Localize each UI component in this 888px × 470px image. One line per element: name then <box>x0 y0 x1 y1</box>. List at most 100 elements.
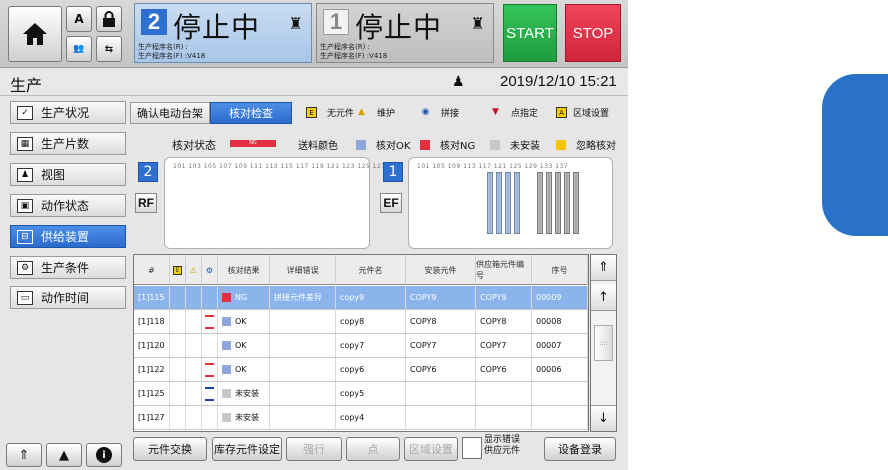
page-title: 生产 <box>10 76 43 95</box>
row-part: copy7 <box>336 334 406 357</box>
verify-state-label: 核对状态 <box>172 139 216 152</box>
title-bar: 生产 ♟ 2019/12/10 15:21 <box>0 68 628 96</box>
sidebar-item-action-status[interactable]: ▣ 动作状态 <box>10 194 126 217</box>
scroll-down-button[interactable]: ↓ <box>591 405 616 431</box>
col-detail-error[interactable]: 详细错误 <box>270 255 336 285</box>
user-icon: ♟ <box>452 74 465 90</box>
row-num: [1]122 <box>134 358 170 381</box>
feeder-rail <box>487 172 493 234</box>
sidebar-item-production-conditions[interactable]: ⚙ 生产条件 <box>10 256 126 279</box>
status-panel-1[interactable]: 1 停止中 ♜ 生产程序名(R) : 生产程序名(F) :V418 <box>316 3 494 63</box>
verify-state-bar: NG <box>230 140 276 147</box>
col-splice[interactable]: ⚙ <box>202 255 218 285</box>
sidebar-item-production-count[interactable]: ▦ 生产片数 <box>10 132 126 155</box>
rear-feeder-button[interactable]: RF <box>135 193 157 213</box>
sidebar-item-label: 动作时间 <box>41 291 90 305</box>
feeder-rail <box>564 172 570 234</box>
table-row[interactable]: [1]127 未安装 copy4 <box>134 406 588 430</box>
tab-confirm-table[interactable]: 确认电动台架 <box>130 102 210 124</box>
sidebar-item-label: 视图 <box>41 168 66 182</box>
datetime: 2019/12/10 15:21 <box>500 73 617 90</box>
table-row[interactable]: [1]122 OK copy6 COPY6 COPY6 00006 <box>134 358 588 382</box>
network-icon: ⇆ <box>104 43 114 55</box>
feeder-rail <box>537 172 543 234</box>
row-feeder-id: COPY8 <box>476 310 532 333</box>
show-error-checkbox[interactable] <box>462 437 482 459</box>
info-button[interactable]: i <box>86 443 122 467</box>
sidebar-item-action-time[interactable]: ▭ 动作时间 <box>10 286 126 309</box>
feeder-rail <box>573 172 579 234</box>
device-register-button[interactable]: 设备登录 <box>544 437 616 461</box>
row-install: COPY8 <box>406 310 476 333</box>
row-serial: 00007 <box>532 334 588 357</box>
counter-icon: ▦ <box>17 136 33 151</box>
sidebar-item-label: 供给装置 <box>41 230 90 244</box>
col-feeder-id[interactable]: 供应箱元件编号 <box>476 255 532 285</box>
stop-button[interactable]: STOP <box>565 4 621 62</box>
side-panel-tab[interactable] <box>822 74 888 236</box>
feeder-rail <box>514 172 520 234</box>
verify-table[interactable]: # E ⚠ ⚙ 核对结果 详细错误 元件名 安装元件 供应箱元件编号 序号 [1… <box>133 254 589 432</box>
no-part-icon: E <box>306 107 317 118</box>
scroll-thumb[interactable]: :::: <box>594 325 613 361</box>
maintenance-icon: ⚠ <box>189 265 198 275</box>
feeder-icon: ⊟ <box>17 229 33 244</box>
row-result: 未安装 <box>218 406 270 429</box>
row-detail <box>270 310 336 333</box>
lane-2-badge: 2 <box>138 162 158 182</box>
scroll-top-button[interactable]: ⇑ <box>591 255 616 281</box>
col-serial[interactable]: 序号 <box>532 255 588 285</box>
part-exchange-button[interactable]: 元件交换 <box>133 437 207 461</box>
feeder-slot-numbers: 101 103 105 107 109 111 113 115 117 119 … <box>173 163 386 170</box>
uninstalled-swatch <box>222 389 231 398</box>
table-row[interactable]: [1]115 NG 拼接元件差异 copy9 COPY9 COPY9 00009 <box>134 286 588 310</box>
col-num[interactable]: # <box>134 255 170 285</box>
status-icon: ▣ <box>17 198 33 213</box>
operator-icon: ♜ <box>470 14 485 33</box>
maintenance-icon: ▲ <box>358 107 365 117</box>
row-num: [1]115 <box>134 286 170 309</box>
table-row[interactable]: [1]118 OK copy8 COPY8 COPY8 00008 <box>134 310 588 334</box>
force-button[interactable]: 强行 <box>286 437 342 461</box>
ok-swatch <box>222 341 231 350</box>
col-part-name[interactable]: 元件名 <box>336 255 406 285</box>
start-button[interactable]: START <box>503 4 557 62</box>
scroll-up-button[interactable]: ↑ <box>591 285 616 311</box>
front-feeder-bank[interactable]: 101 105 109 113 117 121 125 129 133 137 <box>408 157 613 249</box>
alarm-button[interactable]: ▲ <box>46 443 82 467</box>
area-setting-button[interactable]: 区域设置 <box>404 437 458 461</box>
gear-icon: ⚙ <box>17 260 33 275</box>
point-button[interactable]: 点 <box>346 437 400 461</box>
table-row[interactable]: [1]125 未安装 copy5 <box>134 382 588 406</box>
sidebar-item-production-status[interactable]: ✓ 生产状况 <box>10 101 126 124</box>
table-row[interactable]: [1]120 OK copy7 COPY7 COPY7 00007 <box>134 334 588 358</box>
network-button[interactable]: ⇆ <box>96 36 122 62</box>
users-button[interactable]: 👥 <box>66 36 92 62</box>
home-button[interactable] <box>8 6 62 62</box>
col-no-part[interactable]: E <box>170 255 186 285</box>
sidebar-item-view[interactable]: ♟ 视图 <box>10 163 126 186</box>
tab-verify-check[interactable]: 核对检查 <box>210 102 292 124</box>
col-maintenance[interactable]: ⚠ <box>186 255 202 285</box>
info-icon: i <box>96 447 112 463</box>
status-panel-2[interactable]: 2 停止中 ♜ 生产程序名(R) : 生产程序名(F) :V418 <box>134 3 312 63</box>
collapse-up-button[interactable]: ⇑ <box>6 443 42 467</box>
rear-feeder-bank[interactable]: 101 103 105 107 109 111 113 115 117 119 … <box>164 157 385 249</box>
ignore-swatch <box>556 139 566 150</box>
table-scrollbar[interactable]: ⇑ ↑ :::: ↓ <box>590 254 617 432</box>
program-name-f: 生产程序名(F) :V418 <box>138 52 206 60</box>
lock-button[interactable] <box>96 6 122 32</box>
label-icon-button[interactable]: A <box>66 6 92 32</box>
double-chevron-up-icon: ⇑ <box>598 260 609 275</box>
lock-icon <box>103 11 115 27</box>
area-icon: A <box>556 107 567 118</box>
col-check-result[interactable]: 核对结果 <box>218 255 270 285</box>
sidebar-item-feeder[interactable]: ⊟ 供给装置 <box>10 225 126 248</box>
front-feeder-button[interactable]: EF <box>380 193 402 213</box>
col-install-part[interactable]: 安装元件 <box>406 255 476 285</box>
row-flag-maint <box>186 310 202 333</box>
lane-1-badge: 1 <box>383 162 403 182</box>
row-detail <box>270 334 336 357</box>
row-feeder-id <box>476 406 532 429</box>
stock-part-setting-button[interactable]: 库存元件设定 <box>212 437 282 461</box>
